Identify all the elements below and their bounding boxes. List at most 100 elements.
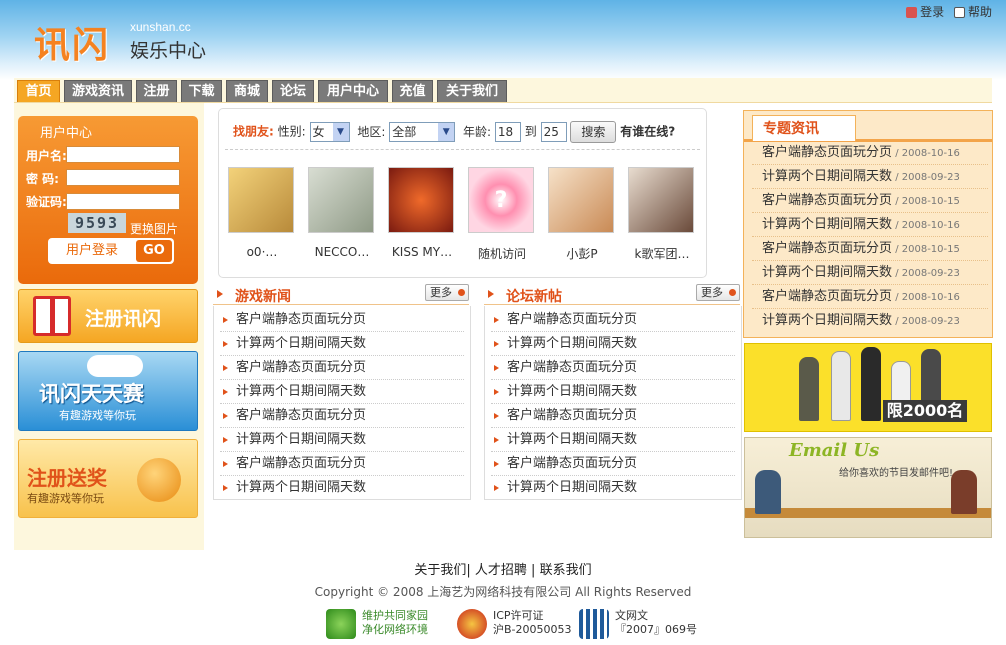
- list-item[interactable]: 计算两个日期间隔天数: [491, 476, 735, 500]
- more-button[interactable]: 更多: [696, 284, 740, 301]
- list-item[interactable]: 客户端静态页面玩分页: [220, 452, 464, 476]
- list-item[interactable]: 客户端静态页面玩分页: [220, 404, 464, 428]
- list-item[interactable]: 计算两个日期间隔天数: [220, 428, 464, 452]
- item-title[interactable]: 计算两个日期间隔天数: [762, 169, 892, 184]
- password-input[interactable]: [66, 169, 180, 186]
- search-button[interactable]: 搜索: [570, 121, 617, 143]
- friend-name[interactable]: 随机访问: [468, 245, 536, 262]
- friend-name[interactable]: NECCO…: [308, 245, 376, 259]
- tab-user-center[interactable]: 用户中心: [318, 80, 388, 102]
- register-banner[interactable]: 注册讯闪: [18, 289, 198, 343]
- friend-card[interactable]: NECCO…: [308, 167, 376, 259]
- list-item[interactable]: 客户端静态页面玩分页 / 2008-10-15: [752, 237, 988, 261]
- list-item[interactable]: 计算两个日期间隔天数 / 2008-10-16: [752, 213, 988, 237]
- item-title[interactable]: 客户端静态页面玩分页: [762, 145, 892, 160]
- divider: [225, 149, 700, 150]
- item-date: / 2008-09-23: [892, 268, 960, 279]
- more-button[interactable]: 更多: [425, 284, 469, 301]
- avatar[interactable]: [308, 167, 374, 233]
- item-title[interactable]: 计算两个日期间隔天数: [762, 265, 892, 280]
- age-from-input[interactable]: 18: [494, 122, 521, 142]
- list-item[interactable]: 客户端静态页面玩分页: [491, 452, 735, 476]
- login-button[interactable]: 用户登录 GO: [48, 238, 174, 264]
- gender-select[interactable]: 女 ▼: [309, 122, 350, 142]
- tab-home[interactable]: 首页: [17, 80, 60, 102]
- cloud-icon: [87, 355, 143, 377]
- game-news-list: 客户端静态页面玩分页 计算两个日期间隔天数 客户端静态页面玩分页 计算两个日期间…: [213, 306, 471, 500]
- item-title[interactable]: 计算两个日期间隔天数: [762, 313, 892, 328]
- person-figure: [861, 347, 881, 421]
- list-item[interactable]: 客户端静态页面玩分页: [491, 404, 735, 428]
- region-select[interactable]: 全部 ▼: [389, 122, 456, 142]
- header-banner: 讯闪 xunshan.cc 娱乐中心 登录 帮助: [0, 0, 1006, 80]
- finder-title: 找朋友:: [233, 124, 274, 139]
- avatar[interactable]: [548, 167, 614, 233]
- arrow-icon: [217, 290, 223, 298]
- forum-title: 论坛新帖: [506, 289, 562, 305]
- avatar[interactable]: [628, 167, 694, 233]
- friend-name[interactable]: o0·…: [228, 245, 296, 259]
- tab-register[interactable]: 注册: [136, 80, 177, 102]
- friend-card[interactable]: o0·…: [228, 167, 296, 259]
- list-item[interactable]: 计算两个日期间隔天数: [491, 380, 735, 404]
- prize-title: 注册送奖: [27, 466, 107, 490]
- list-item[interactable]: 计算两个日期间隔天数: [491, 428, 735, 452]
- age-to-label: 到: [524, 124, 537, 139]
- limited-offer-ad[interactable]: 限2000名: [744, 343, 992, 432]
- login-link[interactable]: 登录: [920, 5, 944, 19]
- list-item[interactable]: 计算两个日期间隔天数 / 2008-09-23: [752, 261, 988, 285]
- list-item[interactable]: 客户端静态页面玩分页 / 2008-10-16: [752, 141, 988, 165]
- list-item[interactable]: 客户端静态页面玩分页: [491, 308, 735, 332]
- change-captcha-link[interactable]: 更换图片: [130, 220, 178, 237]
- list-item[interactable]: 客户端静态页面玩分页 / 2008-10-15: [752, 189, 988, 213]
- list-item[interactable]: 客户端静态页面玩分页 / 2008-10-16: [752, 285, 988, 309]
- tab-about[interactable]: 关于我们: [437, 80, 507, 102]
- daily-contest-banner[interactable]: 讯闪天天赛 有趣游戏等你玩: [18, 351, 198, 431]
- list-item[interactable]: 客户端静态页面玩分页: [491, 356, 735, 380]
- friend-card[interactable]: k歌军团…: [628, 167, 696, 262]
- list-item[interactable]: 计算两个日期间隔天数: [491, 332, 735, 356]
- captcha-input[interactable]: [66, 193, 180, 210]
- friend-card[interactable]: KISS MY…: [388, 167, 456, 259]
- tab-mall[interactable]: 商城: [226, 80, 268, 102]
- username-label: 用户名:: [26, 149, 67, 163]
- mascot-icon: [137, 458, 181, 502]
- username-input[interactable]: [66, 146, 180, 163]
- tab-forum[interactable]: 论坛: [272, 80, 314, 102]
- tab-game-news[interactable]: 游戏资讯: [64, 80, 132, 102]
- list-item[interactable]: 计算两个日期间隔天数: [220, 476, 464, 500]
- tab-download[interactable]: 下载: [181, 80, 222, 102]
- age-to-input[interactable]: 25: [540, 122, 567, 142]
- item-title[interactable]: 计算两个日期间隔天数: [762, 217, 892, 232]
- friend-name[interactable]: k歌军团…: [628, 245, 696, 262]
- badge-text: 净化网络环境: [362, 623, 428, 636]
- list-item[interactable]: 计算两个日期间隔天数 / 2008-09-23: [752, 165, 988, 189]
- leaf-icon: [326, 609, 356, 639]
- item-title[interactable]: 客户端静态页面玩分页: [762, 289, 892, 304]
- tab-recharge[interactable]: 充值: [392, 80, 433, 102]
- friend-name[interactable]: KISS MY…: [388, 245, 456, 259]
- friend-card[interactable]: 小彭P: [548, 167, 616, 262]
- help-link[interactable]: 帮助: [968, 5, 992, 19]
- footer-links[interactable]: 关于我们| 人才招聘 | 联系我们: [14, 559, 992, 578]
- friend-name[interactable]: 小彭P: [548, 245, 616, 262]
- list-item[interactable]: 客户端静态页面玩分页: [220, 356, 464, 380]
- register-prize-banner[interactable]: 注册送奖 有趣游戏等你玩: [18, 439, 198, 518]
- go-button[interactable]: GO: [136, 240, 172, 262]
- document-icon: [579, 609, 609, 639]
- online-link[interactable]: 有谁在线?: [620, 125, 675, 139]
- person-figure: [799, 357, 819, 421]
- item-title[interactable]: 客户端静态页面玩分页: [762, 193, 892, 208]
- avatar[interactable]: [388, 167, 454, 233]
- logo[interactable]: 讯闪: [34, 16, 110, 68]
- list-item[interactable]: 客户端静态页面玩分页: [220, 308, 464, 332]
- item-title[interactable]: 客户端静态页面玩分页: [762, 241, 892, 256]
- email-us-ad[interactable]: Email Us 给你喜欢的节目发邮件吧!: [744, 437, 992, 538]
- gender-label: 性别:: [277, 124, 306, 139]
- avatar[interactable]: [228, 167, 294, 233]
- question-icon[interactable]: ?: [468, 167, 534, 233]
- list-item[interactable]: 计算两个日期间隔天数: [220, 380, 464, 404]
- friend-card[interactable]: ? 随机访问: [468, 167, 536, 262]
- list-item[interactable]: 计算两个日期间隔天数: [220, 332, 464, 356]
- list-item[interactable]: 计算两个日期间隔天数 / 2008-09-23: [752, 309, 988, 333]
